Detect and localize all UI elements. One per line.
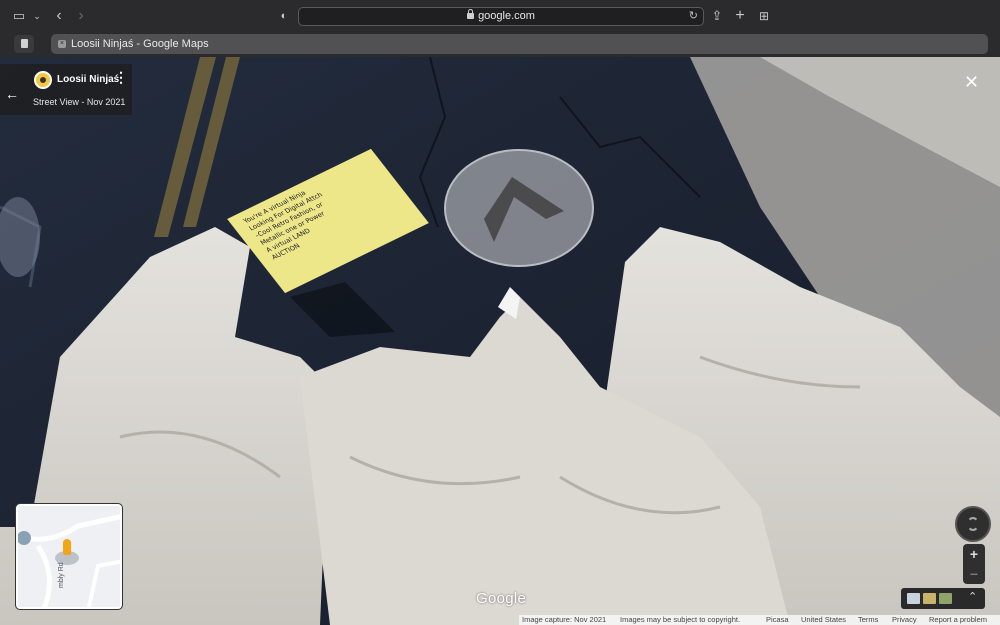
picasa-link[interactable]: Picasa [766,615,789,625]
expand-icon[interactable]: ⌃ [968,590,977,603]
grid-icon[interactable]: ⊞ [755,8,773,24]
map-road-label: mbly Rd [58,562,65,588]
reload-icon[interactable]: ↻ [689,8,698,25]
layer-thumbnails: ⌃ [901,588,985,609]
plus-icon[interactable]: + [731,8,749,24]
thumbnail-satellite[interactable] [939,593,952,604]
tab-title: Loosii Ninjaś - Google Maps [71,38,209,50]
thumbnail-photo[interactable] [923,593,936,604]
map-footer: Image capture: Nov 2021 Images may be su… [519,615,1000,625]
copyright-text: Images may be subject to copyright. [620,615,741,624]
address-bar[interactable]: google.com ↻ [298,7,704,26]
place-name: Loosii Ninjaś [57,74,120,85]
terms-link[interactable]: Terms [858,615,878,625]
arrow-left-icon[interactable]: ← [5,86,19,102]
pegman-icon[interactable] [63,539,71,555]
region-text: United States [801,615,847,624]
forward-icon[interactable]: › [72,8,90,24]
compass-icon[interactable] [955,506,991,542]
close-icon[interactable]: × [58,40,66,48]
mini-map[interactable]: mbly Rd [15,503,123,610]
tab-bar: × Loosii Ninjaś - Google Maps [0,33,1000,57]
zoom-control: + − [963,544,985,584]
privacy-link[interactable]: Privacy [892,615,917,625]
zoom-out-button[interactable]: − [963,564,985,584]
report-problem-link[interactable]: Report a problem [929,615,987,625]
url-text: google.com [478,10,535,22]
sidebar-icon[interactable]: ▭ [10,8,28,24]
zoom-in-button[interactable]: + [963,544,985,564]
street-view-canvas[interactable]: You're A virtual Ninja Looking For Digit… [0,57,1000,625]
lock-icon [467,9,475,19]
more-icon[interactable]: ⋮ [114,70,128,84]
chevron-down-icon[interactable]: ⌄ [28,8,46,24]
back-icon[interactable]: ‹ [50,8,68,24]
thumbnail-map[interactable] [907,593,920,604]
street-view-header: ← Loosii Ninjaś ⋮ Street View - Nov 2021 [0,64,132,115]
google-logo: Google [476,590,527,607]
page-icon[interactable] [14,35,34,53]
street-view-photo [0,57,1000,625]
browser-toolbar: ▭ ⌄ ‹ › ◐ google.com ↻ ⇪ + ⊞ [0,0,1000,33]
navigation-arrow-icon[interactable] [444,149,594,267]
shield-icon[interactable]: ◐ [275,8,293,24]
close-street-view-icon[interactable]: ✕ [964,73,979,91]
image-capture-text: Image capture: Nov 2021 [522,615,607,624]
street-view-date: Street View - Nov 2021 [33,97,126,107]
share-icon[interactable]: ⇪ [708,8,726,24]
tab-google-maps[interactable]: × Loosii Ninjaś - Google Maps [51,34,988,54]
avatar [34,71,52,89]
